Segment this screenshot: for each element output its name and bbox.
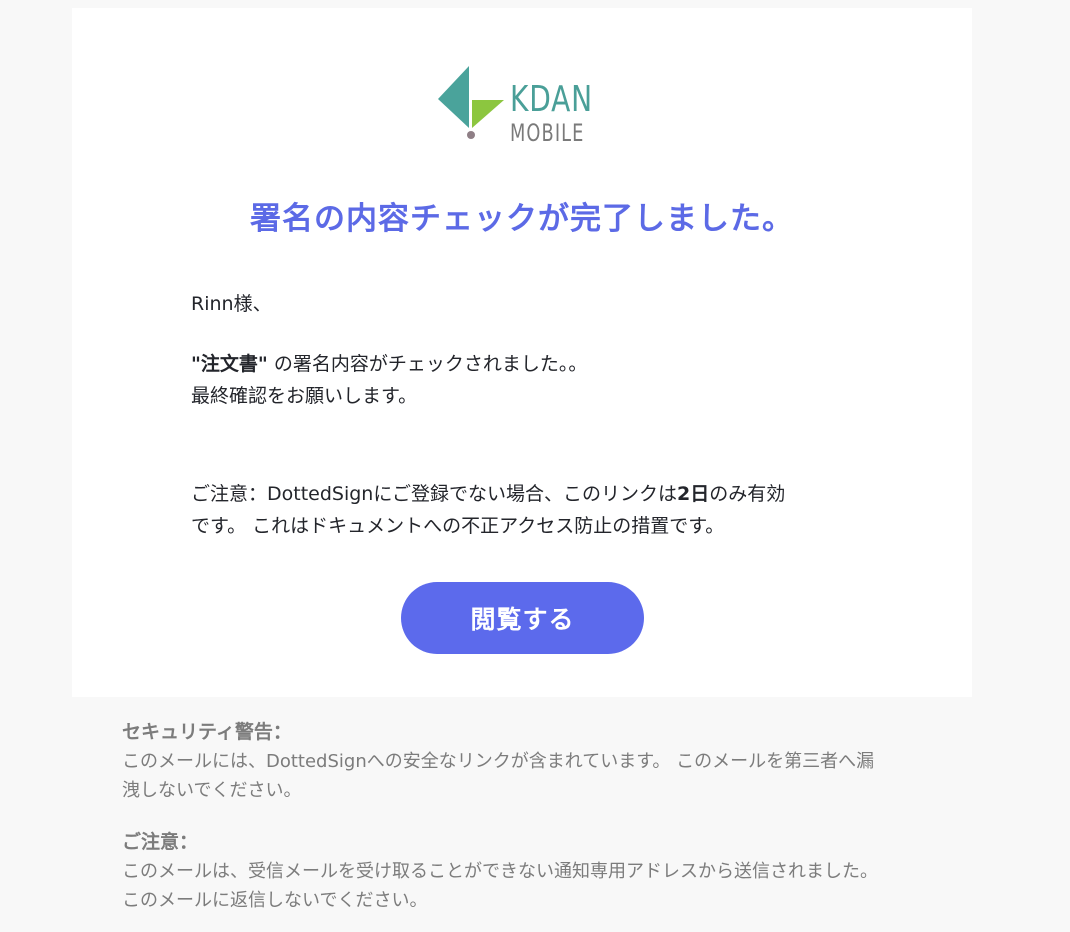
notice-days: 2日	[676, 483, 710, 505]
kdan-logo-mark-icon	[438, 66, 504, 139]
greeting: Rinn様、	[191, 293, 272, 315]
message-line-2: 最終確認をお願いします。	[191, 385, 418, 407]
notice-line-1: ご注意：DottedSignにご登録でない場合、このリンクは2日のみ有効	[191, 478, 851, 510]
document-name: "注文書"	[191, 353, 268, 375]
kdan-mobile-logo: KDAN MOBILE	[438, 66, 608, 146]
security-warning: セキュリティ警告： このメールには、DottedSignへの安全なリンクが含まれ…	[122, 718, 952, 805]
notice-block: ご注意：DottedSignにご登録でない場合、このリンクは2日のみ有効 です。…	[191, 478, 851, 542]
logo-text-kdan: KDAN	[510, 79, 593, 120]
message-line-1: "注文書" の署名内容がチェックされました。。	[191, 348, 851, 380]
notice-suffix: のみ有効	[709, 483, 786, 505]
notice-prefix: ご注意：DottedSignにご登録でない場合、このリンクは	[191, 483, 677, 505]
notice-line-2: です。 これはドキュメントへの不正アクセス防止の措置です。	[191, 515, 725, 537]
message-block: "注文書" の署名内容がチェックされました。。 最終確認をお願いします。	[191, 348, 851, 412]
email-title: 署名の内容チェックが完了しました。	[250, 201, 794, 237]
footer-notice-line-1: このメールは、受信メールを受け取ることができない通知専用アドレスから送信されまし…	[122, 861, 878, 882]
footer-notice-heading: ご注意：	[122, 831, 199, 853]
email-card: KDAN MOBILE 署名の内容チェックが完了しました。 Rinn様、 "注文…	[72, 8, 972, 697]
footer-notice: ご注意： このメールは、受信メールを受け取ることができない通知専用アドレスから送…	[122, 828, 952, 915]
message-line-1-text: の署名内容がチェックされました。。	[267, 353, 588, 375]
security-warning-line-2: 洩しないでください。	[122, 780, 302, 801]
view-document-button[interactable]: 閲覧する	[401, 582, 644, 654]
security-warning-line-1: このメールには、DottedSignへの安全なリンクが含まれています。 このメー…	[122, 751, 875, 772]
security-warning-heading: セキュリティ警告：	[122, 721, 292, 743]
footer-notice-line-2: このメールに返信しないでください。	[122, 890, 428, 911]
logo-text-mobile: MOBILE	[510, 119, 585, 147]
